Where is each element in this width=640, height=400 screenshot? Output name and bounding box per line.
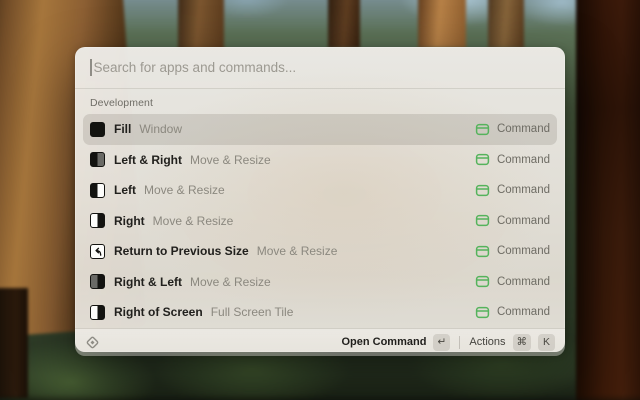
return-to-previous-size-icon (90, 244, 105, 259)
item-subtitle: Move & Resize (257, 244, 338, 258)
cmd-keycap[interactable]: ⌘ (513, 334, 532, 351)
item-subtitle: Move & Resize (190, 275, 271, 289)
left-and-right-icon (90, 152, 105, 167)
raycast-logo-icon (85, 335, 100, 350)
command-type-icon (475, 122, 490, 137)
item-accessory: Command (497, 215, 550, 227)
item-accessory: Command (497, 123, 550, 135)
item-accessory: Command (497, 276, 550, 288)
item-title: Fill (114, 122, 131, 136)
search-bar (75, 47, 565, 88)
k-keycap[interactable]: K (538, 334, 555, 351)
command-type-icon (475, 274, 490, 289)
item-title: Right (114, 214, 145, 228)
section-header: Development (75, 89, 565, 112)
list-item-right-of-screen[interactable]: Right of Screen Full Screen Tile Command (83, 297, 557, 328)
actions-button[interactable]: Actions (469, 336, 505, 348)
item-accessory: Command (497, 154, 550, 166)
sequoia-trunk-top (488, 0, 524, 48)
item-accessory: Command (497, 184, 550, 196)
search-input[interactable] (94, 60, 551, 75)
left-icon (90, 183, 105, 198)
item-title: Left & Right (114, 153, 182, 167)
item-title: Right of Screen (114, 305, 203, 319)
sequoia-trunk-bottom (0, 288, 28, 398)
return-keycap[interactable]: ↵ (433, 334, 450, 351)
item-subtitle: Window (139, 122, 182, 136)
wallpaper-floor-shadow (0, 394, 640, 400)
sequoia-trunk-top (328, 0, 360, 48)
right-icon (90, 213, 105, 228)
command-palette-window: Development Fill Window Command Left & R… (75, 47, 565, 352)
footer-divider (459, 336, 460, 349)
command-type-icon (475, 305, 490, 320)
list-item-right-and-left[interactable]: Right & Left Move & Resize Command (83, 267, 557, 298)
sequoia-trunk-right (576, 0, 640, 400)
sequoia-trunk-top (418, 0, 466, 48)
footer-bar: Open Command ↵ Actions ⌘ K (75, 328, 565, 356)
text-caret (90, 59, 92, 76)
right-of-screen-icon (90, 305, 105, 320)
item-subtitle: Move & Resize (144, 183, 225, 197)
item-subtitle: Move & Resize (190, 153, 271, 167)
list-item-left[interactable]: Left Move & Resize Command (83, 175, 557, 206)
list-item-left-and-right[interactable]: Left & Right Move & Resize Command (83, 145, 557, 176)
fill-icon (90, 122, 105, 137)
open-command-button[interactable]: Open Command (341, 336, 426, 348)
item-title: Return to Previous Size (114, 244, 249, 258)
command-type-icon (475, 183, 490, 198)
command-type-icon (475, 244, 490, 259)
item-subtitle: Move & Resize (153, 214, 234, 228)
sequoia-trunk-top (178, 0, 224, 50)
list-item-right[interactable]: Right Move & Resize Command (83, 206, 557, 237)
command-type-icon (475, 152, 490, 167)
item-title: Right & Left (114, 275, 182, 289)
command-list: Fill Window Command Left & Right Move & … (75, 112, 565, 328)
item-accessory: Command (497, 306, 550, 318)
list-item-return-to-previous-size[interactable]: Return to Previous Size Move & Resize Co… (83, 236, 557, 267)
item-title: Left (114, 183, 136, 197)
item-subtitle: Full Screen Tile (211, 305, 294, 319)
list-item-fill[interactable]: Fill Window Command (83, 114, 557, 145)
command-type-icon (475, 213, 490, 228)
item-accessory: Command (497, 245, 550, 257)
right-and-left-icon (90, 274, 105, 289)
